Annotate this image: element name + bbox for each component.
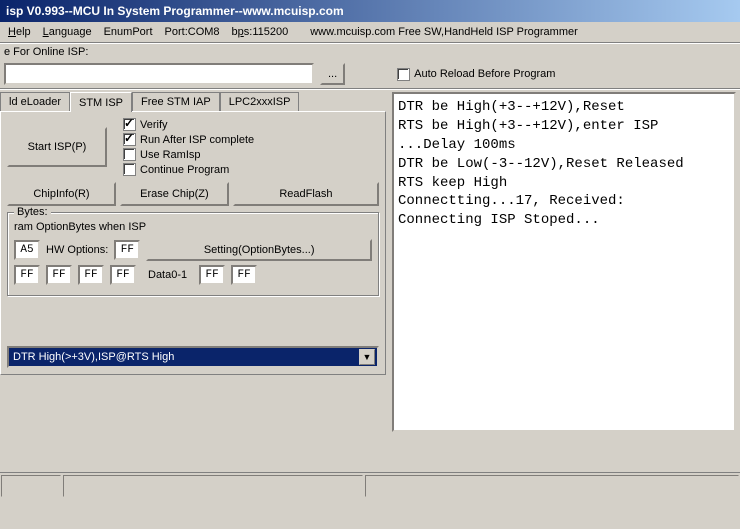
reset-mode-dropdown[interactable]: DTR High(>+3V),ISP@RTS High ▼: [7, 346, 379, 368]
menu-bar: Help Language EnumPort Port:COM8 bps:115…: [0, 22, 740, 42]
verify-checkbox[interactable]: Verify: [123, 118, 254, 131]
hex-b2[interactable]: [46, 265, 72, 285]
status-cell-2: [63, 475, 363, 497]
hex-d0[interactable]: [199, 265, 225, 285]
tab-stm-isp[interactable]: STM ISP: [70, 92, 132, 112]
file-toolbar: ... Auto Reload Before Program: [0, 60, 740, 88]
chevron-down-icon: ▼: [359, 349, 375, 365]
right-panel: DTR be High(+3--+12V),Reset RTS be High(…: [390, 90, 740, 470]
status-cell-3: [365, 475, 739, 497]
window-title: isp V0.993--MCU In System Programmer--ww…: [6, 4, 344, 18]
menu-help[interactable]: Help: [4, 24, 35, 40]
left-panel: ld eLoader STM ISP Free STM IAP LPC2xxxI…: [0, 90, 390, 470]
tab-content: Start ISP(P) Verify Run After ISP comple…: [0, 111, 386, 375]
setting-optionbytes-button[interactable]: Setting(OptionBytes...): [146, 239, 372, 261]
menu-link[interactable]: www.mcuisp.com Free SW,HandHeld ISP Prog…: [306, 24, 582, 40]
checkbox-box-icon: [123, 148, 136, 161]
dropdown-value: DTR High(>+3V),ISP@RTS High: [13, 351, 174, 363]
continue-program-checkbox[interactable]: Continue Program: [123, 163, 254, 176]
browse-button[interactable]: ...: [320, 63, 345, 85]
checkbox-box-icon: [397, 68, 410, 81]
group-label: Bytes:: [14, 206, 51, 218]
option-bytes-group: Bytes: ram OptionBytes when ISP HW Optio…: [7, 212, 379, 296]
tab-lpc2xxx[interactable]: LPC2xxxISP: [220, 92, 300, 111]
auto-reload-checkbox[interactable]: Auto Reload Before Program: [397, 68, 555, 81]
hex-b4[interactable]: [110, 265, 136, 285]
data01-label: Data0-1: [148, 269, 187, 281]
checkbox-box-icon: [123, 163, 136, 176]
run-after-checkbox[interactable]: Run After ISP complete: [123, 133, 254, 146]
chipinfo-button[interactable]: ChipInfo(R): [7, 182, 116, 206]
menu-language[interactable]: Language: [39, 24, 96, 40]
status-bar: [0, 472, 740, 499]
menu-bps[interactable]: bps:115200: [228, 24, 293, 40]
hw-options-label: HW Options:: [46, 244, 108, 256]
hex-b1[interactable]: [14, 265, 40, 285]
readflash-button[interactable]: ReadFlash: [233, 182, 379, 206]
check-icon: [123, 133, 136, 146]
menu-enumport[interactable]: EnumPort: [100, 24, 157, 40]
check-icon: [123, 118, 136, 131]
status-cell-1: [1, 475, 61, 497]
log-output: DTR be High(+3--+12V),Reset RTS be High(…: [392, 92, 736, 432]
tab-eloader[interactable]: ld eLoader: [0, 92, 70, 111]
hex-b3[interactable]: [78, 265, 104, 285]
hex-a5[interactable]: [14, 240, 40, 260]
hex-hwopt[interactable]: [114, 240, 140, 260]
erase-chip-button[interactable]: Erase Chip(Z): [120, 182, 229, 206]
tab-strip: ld eLoader STM ISP Free STM IAP LPC2xxxI…: [0, 92, 386, 111]
auto-reload-label: Auto Reload Before Program: [414, 68, 555, 80]
online-isp-label: e For Online ISP:: [0, 44, 740, 60]
menu-port[interactable]: Port:COM8: [161, 24, 224, 40]
start-isp-button[interactable]: Start ISP(P): [7, 127, 107, 167]
hex-d1[interactable]: [231, 265, 257, 285]
file-path-input[interactable]: [4, 63, 314, 85]
use-ramisp-checkbox[interactable]: Use RamIsp: [123, 148, 254, 161]
tab-free-stm-iap[interactable]: Free STM IAP: [132, 92, 220, 111]
title-bar: isp V0.993--MCU In System Programmer--ww…: [0, 0, 740, 22]
program-optionbytes-label: ram OptionBytes when ISP: [14, 221, 372, 233]
